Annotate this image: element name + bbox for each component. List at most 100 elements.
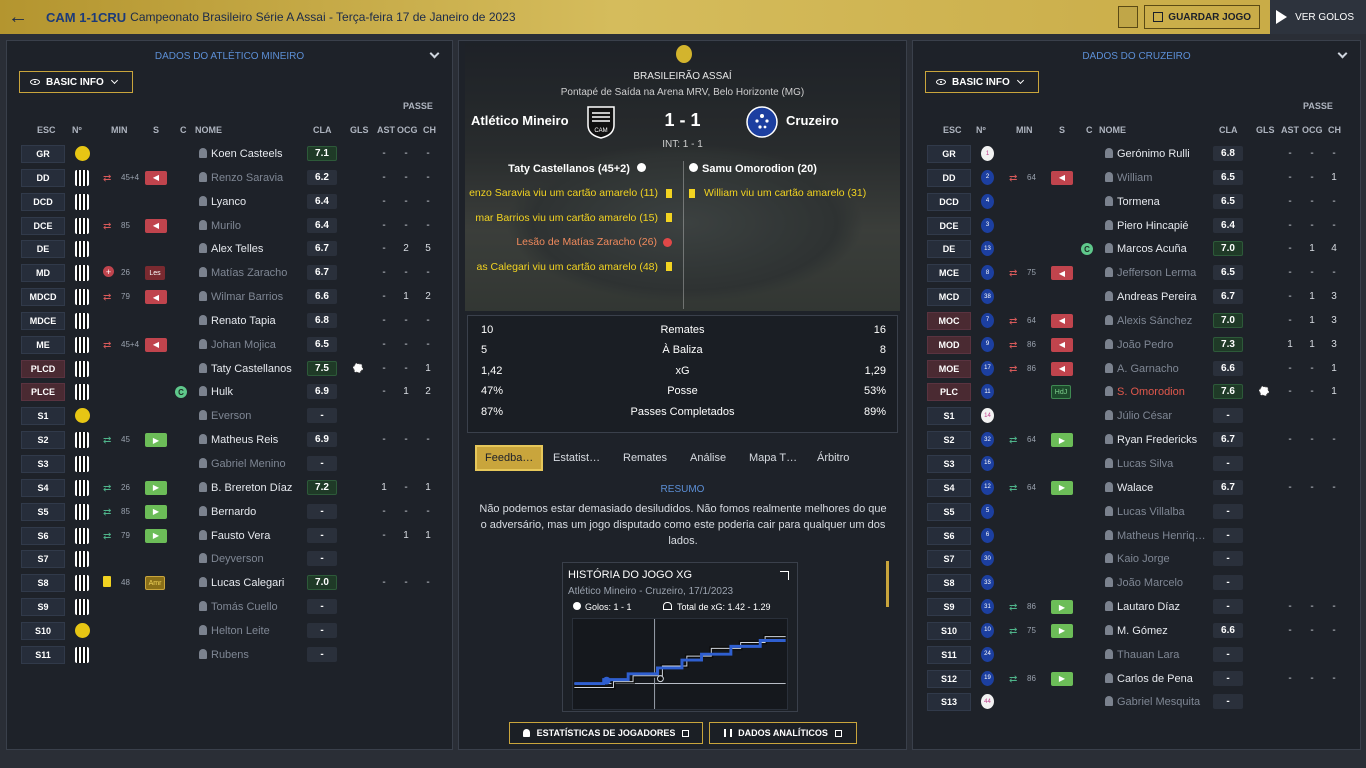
player-name[interactable]: Everson: [211, 410, 311, 422]
player-profile-icon[interactable]: [199, 577, 207, 588]
col-c[interactable]: C: [180, 125, 187, 135]
sub-in-arrow-icon[interactable]: ▶: [145, 528, 167, 543]
xg-story-widget[interactable]: HISTÓRIA DO JOGO XG Atlético Mineiro - C…: [562, 562, 798, 712]
col-num[interactable]: Nº: [72, 125, 82, 135]
player-name[interactable]: Gerónimo Rulli: [1117, 148, 1217, 160]
table-row[interactable]: S6 6 Matheus Henriq… -: [913, 524, 1360, 548]
player-profile-icon[interactable]: [199, 243, 207, 254]
player-profile-icon[interactable]: [199, 362, 207, 373]
table-row[interactable]: PLCD Taty Castellanos 7.5 - - 1: [7, 357, 452, 381]
player-profile-icon[interactable]: [1105, 148, 1113, 158]
sub-out-arrow-icon[interactable]: ◀: [1051, 170, 1073, 185]
watch-goals-button[interactable]: VER GOLOS: [1270, 0, 1366, 34]
table-row[interactable]: S5 ⇄ 85 ▶ Bernardo - - - -: [7, 500, 452, 524]
player-profile-icon[interactable]: [199, 219, 207, 230]
player-name[interactable]: Deyverson: [211, 553, 311, 565]
player-profile-icon[interactable]: [199, 434, 207, 445]
chevron-down-icon[interactable]: [429, 48, 440, 59]
player-profile-icon[interactable]: [1105, 529, 1113, 540]
table-row[interactable]: MCD 38 Andreas Pereira 6.7 - 1 3: [913, 285, 1360, 309]
table-row[interactable]: S10 Helton Leite -: [7, 619, 452, 643]
col-s[interactable]: S: [1059, 125, 1065, 135]
table-row[interactable]: S12 19 ⇄ 86 ▶ Carlos de Pena - - - -: [913, 667, 1360, 691]
player-profile-icon[interactable]: [1105, 624, 1113, 635]
player-profile-icon[interactable]: [199, 314, 207, 325]
sub-in-arrow-icon[interactable]: ▶: [145, 504, 167, 519]
col-rating[interactable]: CLA: [313, 125, 332, 135]
player-profile-icon[interactable]: [199, 601, 207, 612]
table-row[interactable]: DE Alex Telles 6.7 - 2 5: [7, 237, 452, 261]
col-ch[interactable]: CH: [423, 125, 436, 135]
player-name[interactable]: Carlos de Pena: [1117, 673, 1217, 685]
table-row[interactable]: S2 ⇄ 45 ▶ Matheus Reis 6.9 - - -: [7, 428, 452, 452]
player-profile-icon[interactable]: [199, 481, 207, 492]
table-row[interactable]: PLCE C Hulk 6.9 - 1 2: [7, 380, 452, 404]
player-name[interactable]: B. Brereton Díaz: [211, 482, 311, 494]
player-profile-icon[interactable]: [199, 553, 207, 564]
player-profile-icon[interactable]: [1105, 219, 1113, 230]
table-row[interactable]: GR 1 Gerónimo Rulli 6.8 - - -: [913, 142, 1360, 166]
tab-2[interactable]: Estatist…: [553, 445, 600, 471]
table-row[interactable]: S4 ⇄ 26 ▶ B. Brereton Díaz 7.2 1 - 1: [7, 476, 452, 500]
player-name[interactable]: Lyanco: [211, 196, 311, 208]
player-profile-icon[interactable]: [199, 386, 207, 397]
table-row[interactable]: MOC 7 ⇄ 64 ◀ Alexis Sánchez 7.0 - 1 3: [913, 309, 1360, 333]
player-name[interactable]: Matheus Reis: [211, 434, 311, 446]
player-name[interactable]: Matías Zaracho: [211, 267, 311, 279]
home-basic-info-dropdown[interactable]: BASIC INFO: [19, 71, 133, 93]
player-name[interactable]: Renzo Saravia: [211, 172, 311, 184]
player-name[interactable]: Júlio César: [1117, 410, 1217, 422]
player-name[interactable]: Thauan Lara: [1117, 649, 1217, 661]
player-name[interactable]: Bernardo: [211, 506, 311, 518]
player-profile-icon[interactable]: [1105, 696, 1113, 707]
table-row[interactable]: MDCD ⇄ 79 ◀ Wilmar Barrios 6.6 - 1 2: [7, 285, 452, 309]
table-row[interactable]: DE 13 C Marcos Acuña 7.0 - 1 4: [913, 237, 1360, 261]
player-profile-icon[interactable]: [1105, 648, 1113, 659]
back-arrow-icon[interactable]: ←: [0, 0, 36, 34]
table-row[interactable]: S4 12 ⇄ 64 ▶ Walace 6.7 - - -: [913, 476, 1360, 500]
player-profile-icon[interactable]: [1105, 577, 1113, 588]
table-row[interactable]: S11 24 Thauan Lara -: [913, 643, 1360, 667]
col-pos[interactable]: ESC: [943, 125, 962, 135]
player-name[interactable]: Tormena: [1117, 196, 1217, 208]
sub-out-arrow-icon[interactable]: ◀: [1051, 313, 1073, 328]
table-row[interactable]: MOD 9 ⇄ 86 ◀ João Pedro 7.3 1 1 3: [913, 333, 1360, 357]
player-profile-icon[interactable]: [1105, 171, 1113, 182]
player-profile-icon[interactable]: [1105, 338, 1113, 349]
table-row[interactable]: S3 16 Lucas Silva -: [913, 452, 1360, 476]
col-rating[interactable]: CLA: [1219, 125, 1238, 135]
player-name[interactable]: Koen Casteels: [211, 148, 311, 160]
player-profile-icon[interactable]: [199, 624, 207, 635]
expand-icon[interactable]: [780, 571, 789, 580]
table-row[interactable]: MDCE Renato Tapia 6.8 - - -: [7, 309, 452, 333]
col-ast[interactable]: AST: [377, 125, 395, 135]
player-name[interactable]: Alexis Sánchez: [1117, 315, 1217, 327]
table-row[interactable]: DD ⇄ 45+4 ◀ Renzo Saravia 6.2 - - -: [7, 166, 452, 190]
table-row[interactable]: MD +26 Les Matías Zaracho 6.7 - - -: [7, 261, 452, 285]
player-profile-icon[interactable]: [1105, 314, 1113, 325]
table-row[interactable]: GR Koen Casteels 7.1 - - -: [7, 142, 452, 166]
sub-out-arrow-icon[interactable]: ◀: [145, 218, 167, 233]
player-profile-icon[interactable]: [199, 148, 207, 158]
player-profile-icon[interactable]: [199, 338, 207, 349]
table-row[interactable]: S1 14 Júlio César -: [913, 404, 1360, 428]
player-profile-icon[interactable]: [1105, 267, 1113, 278]
sub-in-arrow-icon[interactable]: ▶: [1051, 671, 1073, 686]
player-name[interactable]: Taty Castellanos: [211, 363, 311, 375]
player-name[interactable]: Helton Leite: [211, 625, 311, 637]
table-row[interactable]: DCD Lyanco 6.4 - - -: [7, 190, 452, 214]
player-profile-icon[interactable]: [199, 267, 207, 278]
player-name[interactable]: Walace: [1117, 482, 1217, 494]
col-ocg[interactable]: OCG: [397, 125, 418, 135]
col-min[interactable]: MIN: [1016, 125, 1033, 135]
table-row[interactable]: S7 30 Kaio Jorge -: [913, 547, 1360, 571]
player-profile-icon[interactable]: [199, 171, 207, 182]
player-name[interactable]: Piero Hincapié: [1117, 220, 1217, 232]
sub-out-arrow-icon[interactable]: ◀: [1051, 361, 1073, 376]
player-profile-icon[interactable]: [1105, 386, 1113, 397]
player-profile-icon[interactable]: [199, 648, 207, 659]
table-row[interactable]: S11 Rubens -: [7, 643, 452, 667]
tab-3[interactable]: Remates: [623, 445, 667, 471]
table-row[interactable]: S2 32 ⇄ 64 ▶ Ryan Fredericks 6.7 - - -: [913, 428, 1360, 452]
player-profile-icon[interactable]: [1105, 410, 1113, 421]
